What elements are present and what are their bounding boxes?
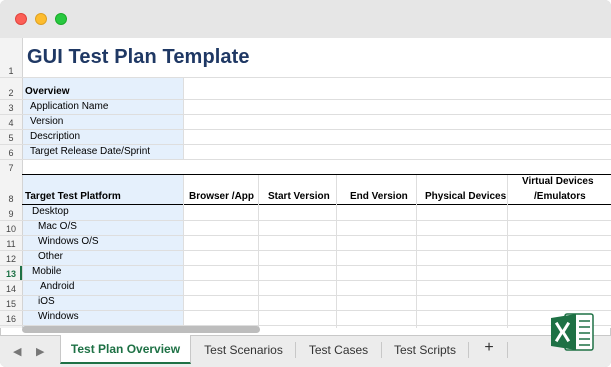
table-header-border [22,204,611,205]
platform-row-mobile[interactable]: Mobile [32,266,61,278]
row-header-12[interactable]: 12 [0,250,22,265]
gridline [0,144,611,145]
row-header-5[interactable]: 5 [0,129,22,144]
row-header-15[interactable]: 15 [0,295,22,310]
gridline [0,129,611,130]
header-physical-devices[interactable]: Physical Devices [425,191,506,203]
header-end-version[interactable]: End Version [350,191,408,203]
next-sheet-icon[interactable]: ▶ [36,345,44,358]
row-header-4[interactable]: 4 [0,114,22,129]
gridline [0,77,611,78]
tab-test-scripts[interactable]: Test Scripts [382,336,468,364]
gridline [336,175,337,328]
gridline [0,265,611,266]
horizontal-scrollbar[interactable] [22,326,260,333]
row-header-9[interactable]: 9 [0,205,22,220]
gridline [0,220,611,221]
row-header-7[interactable]: 7 [0,159,22,174]
row-header-16[interactable]: 16 [0,310,22,325]
gridline [183,77,184,159]
sheet-title[interactable]: GUI Test Plan Template [27,46,250,69]
row-header-13[interactable]: 13 [0,265,22,280]
title-bar [0,0,611,39]
platform-row-other[interactable]: Other [38,251,63,263]
sheet-tab-bar: ◀ ▶ Test Plan Overview Test Scenarios Te… [0,335,611,367]
platform-row-mac-os[interactable]: Mac O/S [38,221,77,233]
tab-test-scenarios[interactable]: Test Scenarios [192,336,295,364]
excel-icon [551,313,594,351]
overview-item-version[interactable]: Version [30,116,63,128]
row-header-2[interactable]: 2 [0,84,22,99]
row-header-10[interactable]: 10 [0,220,22,235]
platform-row-android[interactable]: Android [40,281,74,293]
zoom-window-button[interactable] [55,13,67,25]
header-target-test-platform[interactable]: Target Test Platform [25,191,121,203]
gridline [183,175,184,328]
row-header-14[interactable]: 14 [0,280,22,295]
overview-item-description[interactable]: Description [30,131,80,143]
platform-row-windows[interactable]: Windows [38,311,79,323]
gridline [0,295,611,296]
row-header-6[interactable]: 6 [0,144,22,159]
row-header-11[interactable]: 11 [0,235,22,250]
gridline [507,175,508,328]
minimize-window-button[interactable] [35,13,47,25]
tab-separator [507,342,508,358]
gridline [0,280,611,281]
row-header-8[interactable]: 8 [0,174,22,205]
header-emulators[interactable]: /Emulators [534,191,586,203]
header-virtual-devices[interactable]: Virtual Devices [522,176,594,188]
gridline [258,175,259,328]
header-browser-app[interactable]: Browser /App [189,191,254,203]
gridline [416,175,417,328]
platform-row-desktop[interactable]: Desktop [32,206,69,218]
platform-row-windows-os[interactable]: Windows O/S [38,236,99,248]
add-sheet-button[interactable]: + [480,339,498,357]
overview-heading[interactable]: Overview [25,86,69,98]
overview-item-application-name[interactable]: Application Name [30,101,108,113]
platform-row-ios[interactable]: iOS [38,296,55,308]
gridline [0,250,611,251]
tab-test-plan-overview[interactable]: Test Plan Overview [60,335,191,364]
tab-separator [468,342,469,358]
row-header-3[interactable]: 3 [0,99,22,114]
table-top-border [22,174,611,175]
spreadsheet-window: 1 2 3 4 5 6 7 8 9 10 11 12 13 14 15 16 G… [0,0,611,367]
gridline [0,114,611,115]
prev-sheet-icon[interactable]: ◀ [13,345,21,358]
gridline [0,310,611,311]
row-header-1[interactable]: 1 [0,38,22,77]
gridline [0,159,611,160]
header-start-version[interactable]: Start Version [268,191,330,203]
tab-test-cases[interactable]: Test Cases [296,336,381,364]
gridline [0,99,611,100]
close-window-button[interactable] [15,13,27,25]
worksheet-grid[interactable]: 1 2 3 4 5 6 7 8 9 10 11 12 13 14 15 16 G… [0,38,611,328]
overview-item-target-release[interactable]: Target Release Date/Sprint [30,146,150,158]
